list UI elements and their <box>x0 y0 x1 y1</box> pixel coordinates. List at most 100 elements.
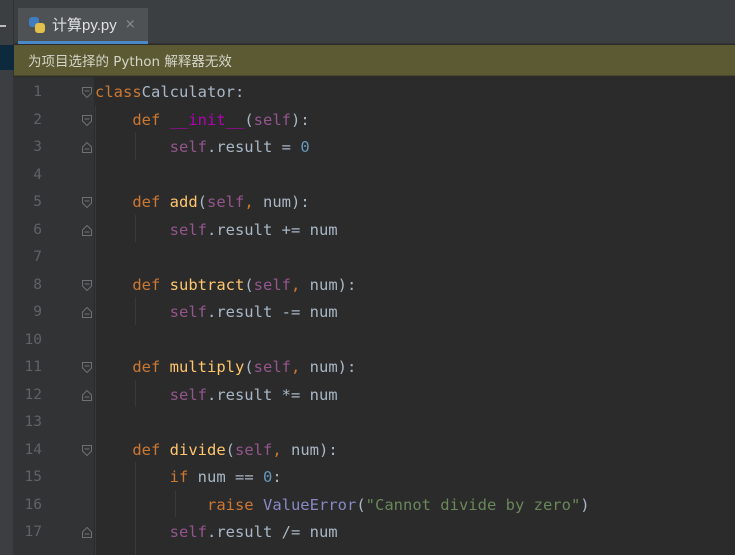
code-token: .result -= num <box>206 303 338 321</box>
fold-end-icon[interactable] <box>82 307 92 318</box>
line-number: 7 <box>33 249 42 265</box>
code-token: .result /= num <box>206 523 338 541</box>
python-file-icon <box>28 16 46 34</box>
code-text: classCalculator: <box>95 79 244 107</box>
code-token: __init__ <box>169 110 245 129</box>
tool-window-selection <box>0 45 14 70</box>
code-line[interactable]: 3 self.result = 0 <box>14 134 735 162</box>
code-line[interactable]: 2 def __init__(self): <box>14 107 735 135</box>
code-line[interactable]: 15 if num == 0: <box>14 464 735 492</box>
code-line[interactable]: 6 self.result += num <box>14 217 735 245</box>
line-number: 8 <box>33 276 42 293</box>
code-token: : <box>272 468 282 486</box>
code-line[interactable]: 8 def subtract(self, num): <box>14 272 735 300</box>
code-line[interactable]: 7 <box>14 244 735 272</box>
fold-open-icon[interactable] <box>82 362 92 373</box>
line-number: 2 <box>33 111 42 128</box>
code-token: def <box>132 193 170 211</box>
code-line[interactable]: 5 def add(self, num): <box>14 189 735 217</box>
fold-open-icon[interactable] <box>82 197 92 208</box>
code-line[interactable]: 12 self.result *= num <box>14 382 735 410</box>
code-token: num): <box>309 358 357 376</box>
code-editor[interactable]: 1 classCalculator: 2 def __init__(self): 3 … <box>14 77 735 555</box>
code-token: self <box>169 220 207 239</box>
line-number: 5 <box>33 194 42 210</box>
fold-open-icon[interactable] <box>82 444 92 456</box>
code-line[interactable]: 16 raise ValueError("Cannot divide by ze… <box>14 492 735 520</box>
fold-open-icon[interactable] <box>82 87 92 98</box>
fold-open-icon[interactable] <box>82 114 92 126</box>
code-token: class <box>95 83 142 101</box>
code-token: def <box>132 110 170 129</box>
code-text: def __init__(self): <box>95 107 310 135</box>
line-number: 12 <box>24 386 42 403</box>
line-number: 11 <box>24 359 42 375</box>
line-number: 10 <box>24 331 42 348</box>
code-token: num): <box>263 193 310 211</box>
code-line[interactable]: 9 self.result -= num <box>14 299 735 327</box>
code-text: self.result += num <box>95 217 338 245</box>
code-text: if num == 0: <box>95 464 282 492</box>
line-number: 14 <box>24 441 42 458</box>
code-token: ): <box>290 110 310 129</box>
code-text: raise ValueError("Cannot divide by zero"… <box>95 492 590 520</box>
code-token: .result *= num <box>206 385 338 404</box>
interpreter-warning-banner: 为项目选择的 Python 解释器无效 <box>14 45 735 76</box>
code-token: .result += num <box>206 220 338 239</box>
code-token: .result = <box>206 138 301 156</box>
fold-open-icon[interactable] <box>82 279 92 291</box>
code-line[interactable]: 17 self.result /= num <box>14 519 735 547</box>
code-token: self <box>253 275 291 294</box>
line-number: 4 <box>33 166 42 183</box>
code-line[interactable]: 1 classCalculator: <box>14 79 735 107</box>
code-token: Calculator: <box>141 83 245 101</box>
code-text: def divide(self, num): <box>95 437 338 465</box>
code-token: raise <box>206 495 263 514</box>
close-icon[interactable]: × <box>125 17 136 32</box>
tab-file-name: 计算py.py <box>52 17 117 34</box>
code-token: 0 <box>262 468 273 486</box>
code-token: multiply <box>169 358 245 376</box>
code-token: "Cannot divide by zero" <box>365 495 581 514</box>
code-token: self <box>169 303 207 321</box>
code-token: ValueError <box>262 495 357 514</box>
code-token: ( <box>244 110 254 129</box>
code-line[interactable]: 11 def multiply(self, num): <box>14 354 735 382</box>
fold-end-icon[interactable] <box>82 389 92 401</box>
banner-message: 为项目选择的 Python 解释器无效 <box>28 54 232 70</box>
code-line[interactable]: 10 <box>14 327 735 355</box>
editor-tab[interactable]: 计算py.py × <box>18 8 148 44</box>
code-token: self <box>235 440 273 459</box>
code-line[interactable]: 13 <box>14 409 735 437</box>
fold-end-icon[interactable] <box>82 527 92 538</box>
code-token: add <box>169 193 198 211</box>
line-number: 16 <box>24 496 42 513</box>
code-token: def <box>132 440 170 459</box>
code-text: self.result *= num <box>95 382 338 410</box>
code-token: num): <box>309 275 357 294</box>
collapse-icon[interactable] <box>0 25 6 27</box>
code-token: subtract <box>169 275 245 294</box>
code-text: self.result /= num <box>95 519 338 547</box>
code-text: self.result = 0 <box>95 134 310 162</box>
code-token: def <box>132 358 170 376</box>
code-token: , <box>290 275 310 294</box>
code-token: num): <box>291 440 338 459</box>
line-number: 1 <box>33 84 42 100</box>
code-line[interactable]: 4 <box>14 162 735 190</box>
code-token: ( <box>244 275 254 294</box>
fold-end-icon[interactable] <box>82 142 92 153</box>
code-line[interactable]: 14 def divide(self, num): <box>14 437 735 465</box>
code-token: divide <box>169 440 226 459</box>
fold-end-icon[interactable] <box>82 224 92 236</box>
line-number: 3 <box>33 139 42 155</box>
